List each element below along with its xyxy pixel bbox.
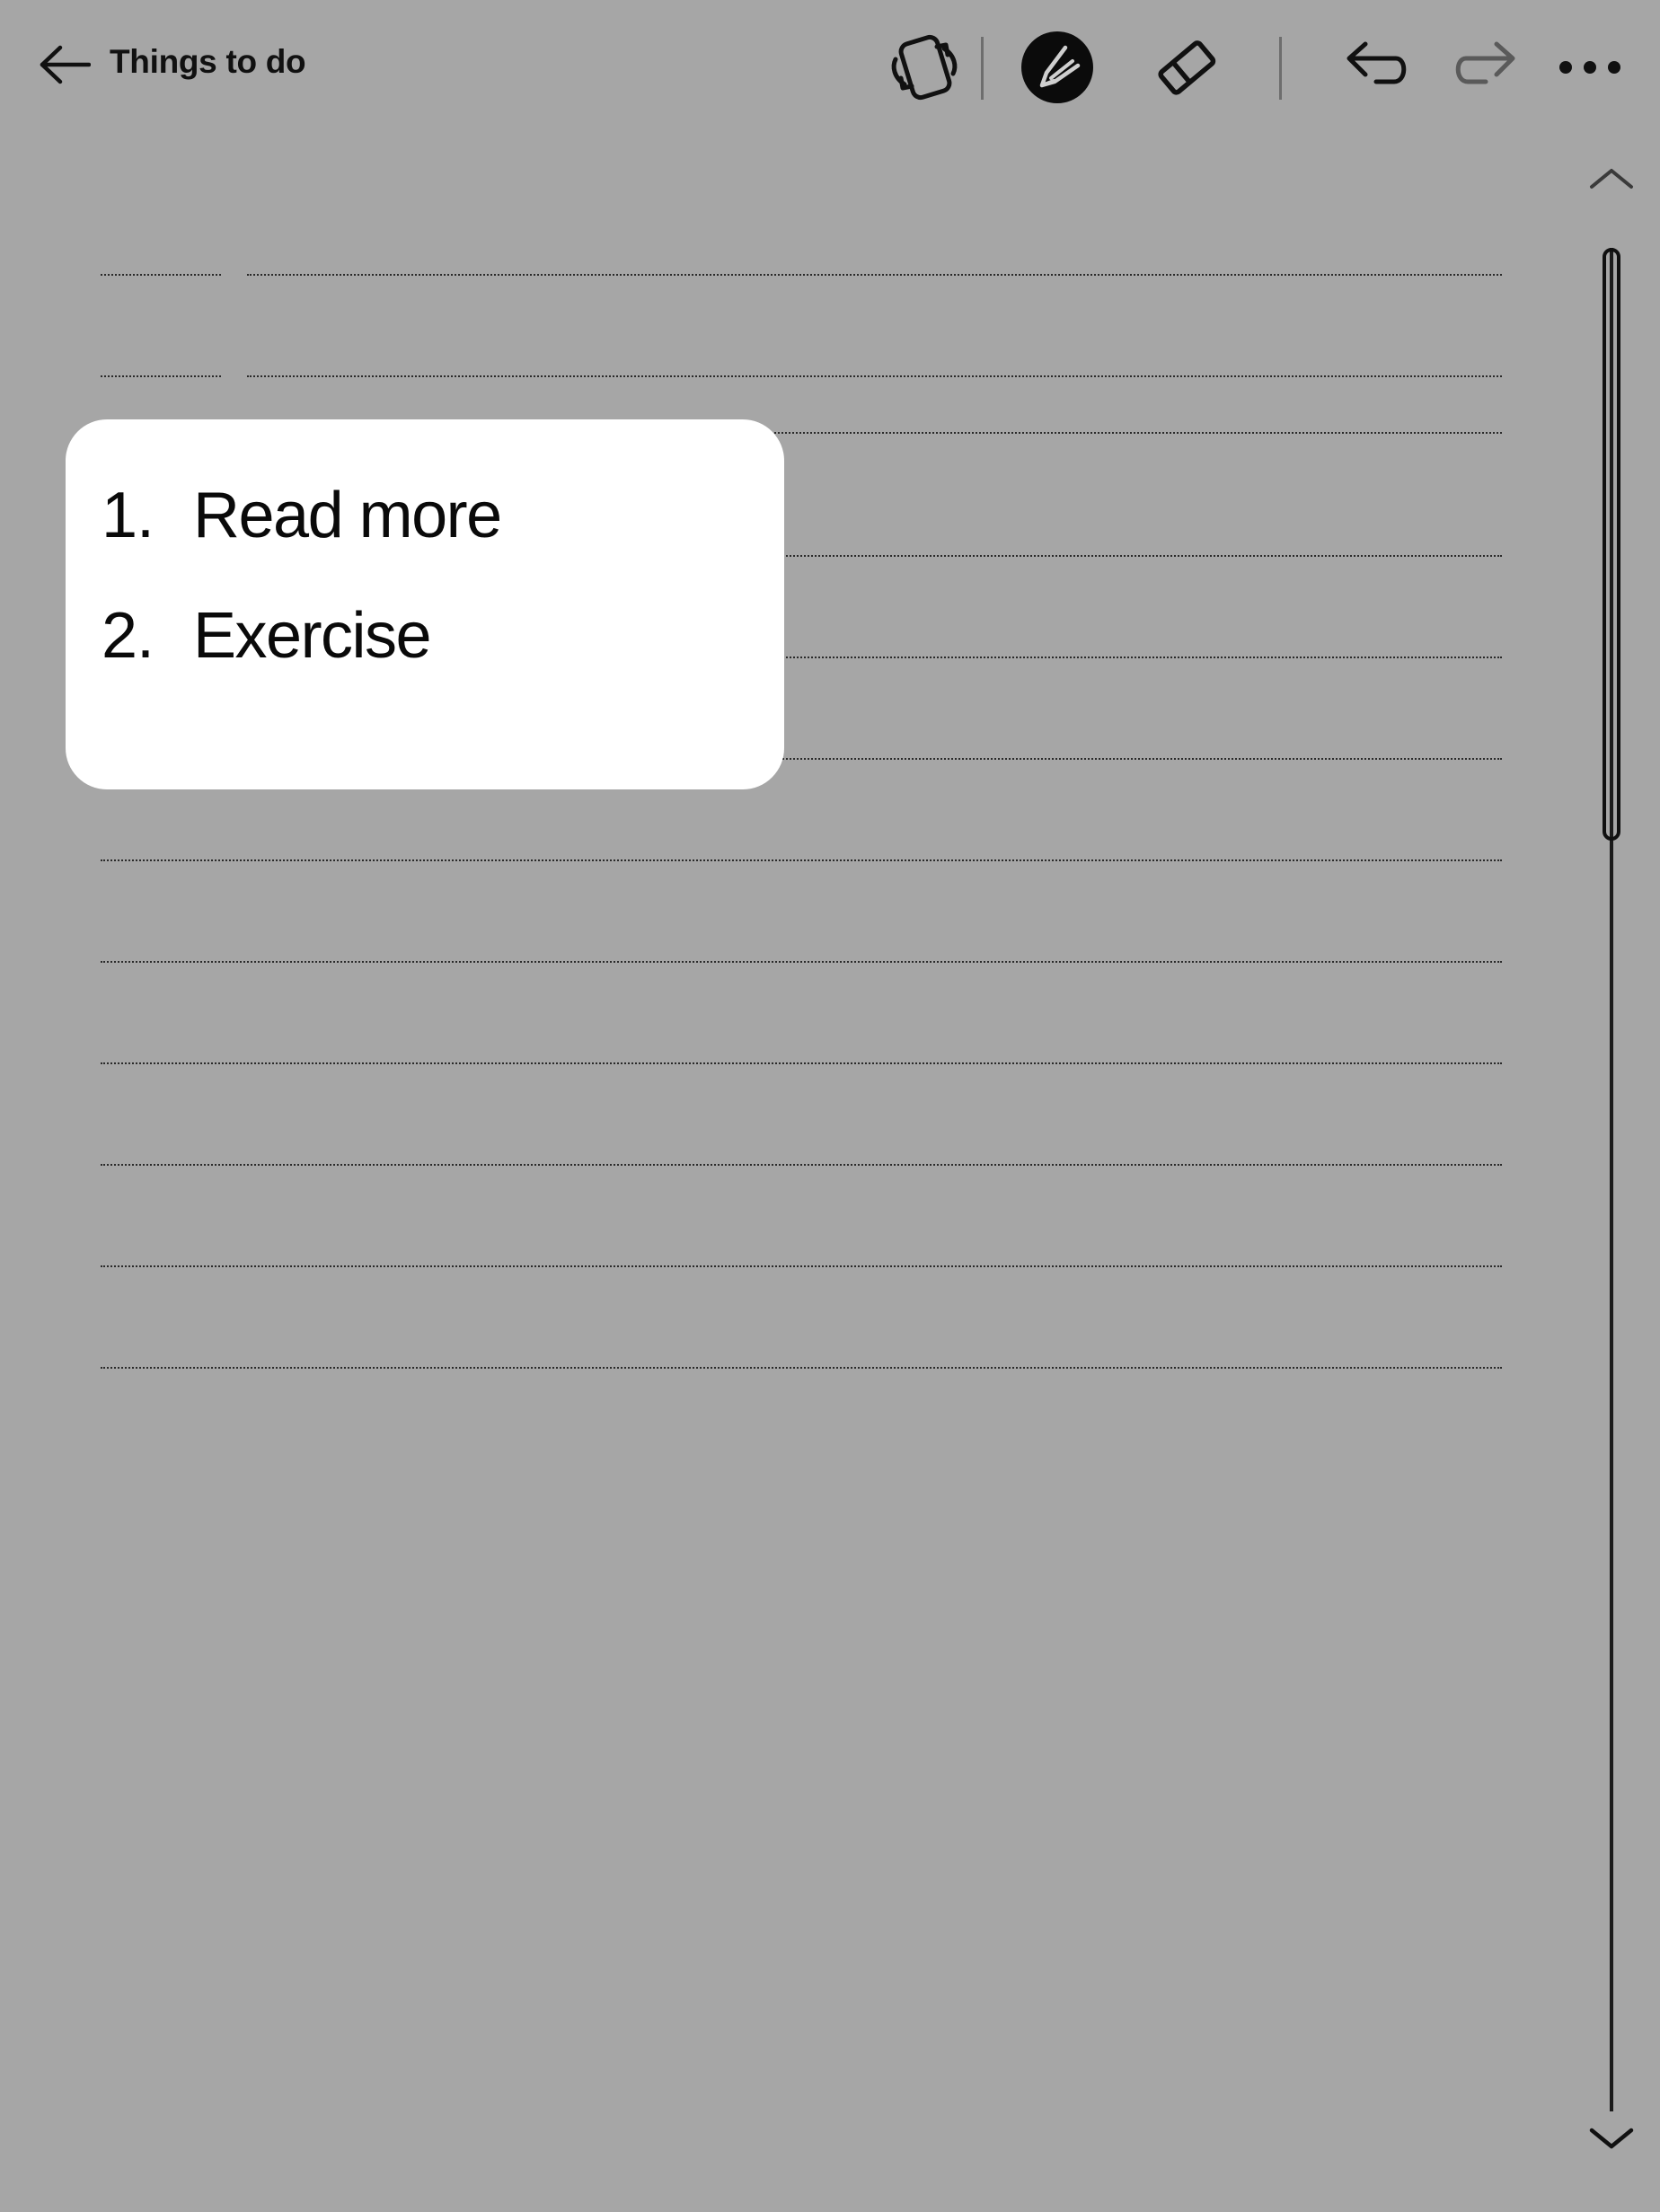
rule-full bbox=[101, 1367, 1502, 1369]
scroll-up-button[interactable] bbox=[1583, 162, 1640, 198]
list-item-text: Exercise bbox=[193, 599, 430, 673]
back-arrow-icon bbox=[39, 42, 91, 87]
chevron-down-icon bbox=[1583, 2119, 1640, 2155]
more-dot-2 bbox=[1584, 61, 1596, 74]
scrollbar-thumb[interactable] bbox=[1603, 248, 1620, 841]
rule-full bbox=[101, 1164, 1502, 1166]
numbered-list: 1. Read more 2. Exercise bbox=[66, 419, 784, 789]
rule-full bbox=[101, 859, 1502, 861]
toolbar-divider-right bbox=[1279, 37, 1282, 100]
note-canvas[interactable]: 1. Read more 2. Exercise bbox=[0, 135, 1660, 2212]
chevron-up-icon bbox=[1583, 162, 1640, 198]
top-toolbar: Things to do bbox=[0, 0, 1660, 135]
rule-full bbox=[101, 1062, 1502, 1064]
list-item[interactable]: 2. Exercise bbox=[102, 599, 784, 689]
list-item[interactable]: 1. Read more bbox=[102, 479, 784, 568]
eraser-icon bbox=[1148, 29, 1225, 106]
pen-icon bbox=[1021, 31, 1093, 103]
rotate-screen-icon bbox=[885, 18, 966, 117]
pen-tool-button[interactable] bbox=[1021, 31, 1093, 103]
undo-icon bbox=[1340, 33, 1412, 101]
rule-full bbox=[101, 961, 1502, 963]
redo-icon bbox=[1450, 33, 1522, 101]
more-dot-3 bbox=[1608, 61, 1620, 74]
back-button[interactable] bbox=[39, 42, 91, 87]
list-item-number: 2. bbox=[102, 599, 193, 673]
handwriting-note-card[interactable]: 1. Read more 2. Exercise bbox=[66, 419, 784, 789]
rule-gutter bbox=[101, 274, 221, 276]
rule-body bbox=[247, 375, 1502, 377]
scroll-down-button[interactable] bbox=[1583, 2119, 1640, 2155]
list-item-text: Read more bbox=[193, 479, 501, 552]
more-options-button[interactable] bbox=[1559, 54, 1637, 81]
list-item-number: 1. bbox=[102, 479, 193, 552]
toolbar-divider-left bbox=[981, 37, 984, 100]
rule-gutter bbox=[101, 375, 221, 377]
rule-body bbox=[247, 274, 1502, 276]
rotate-screen-button[interactable] bbox=[885, 18, 966, 117]
redo-button[interactable] bbox=[1450, 33, 1522, 101]
more-dot-1 bbox=[1559, 61, 1572, 74]
vertical-scrollbar[interactable] bbox=[1563, 135, 1660, 2212]
page-title: Things to do bbox=[110, 43, 305, 81]
undo-button[interactable] bbox=[1340, 33, 1412, 101]
eraser-tool-button[interactable] bbox=[1148, 29, 1225, 106]
rule-full bbox=[101, 1265, 1502, 1267]
